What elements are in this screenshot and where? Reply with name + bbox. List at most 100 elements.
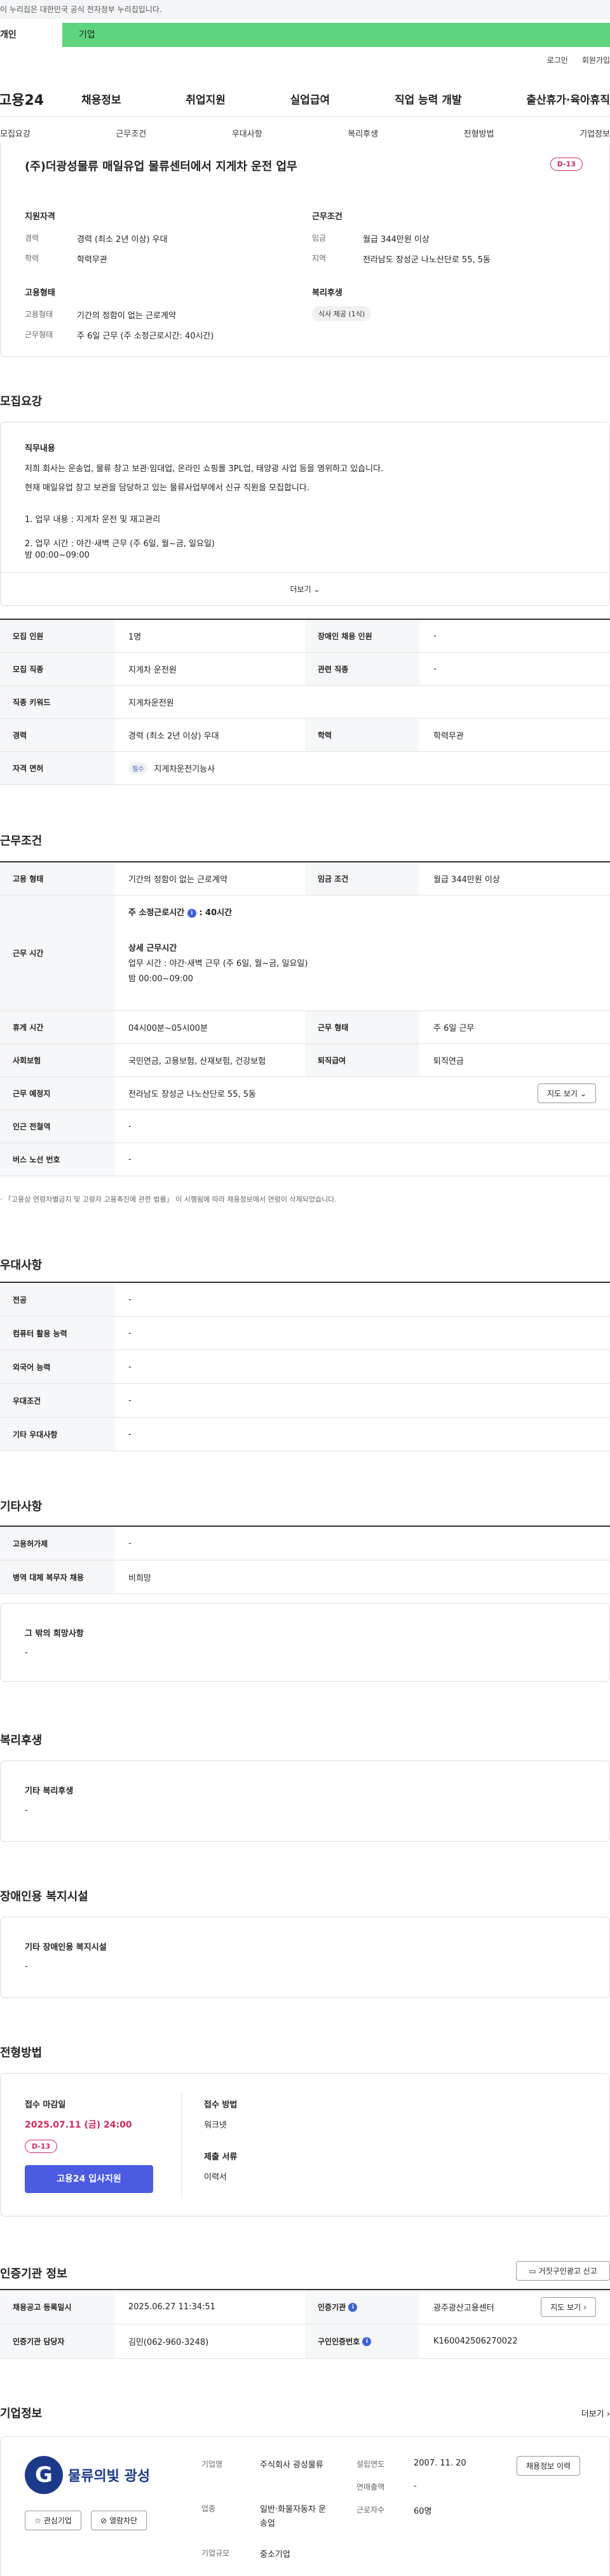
table-header: 모집 인원 xyxy=(0,620,114,652)
work-table: 고용 형태 기간의 정함이 없는 근로계약 임금 조건 월급 344만원 이상 근무 … xyxy=(0,861,610,1176)
company-employees: 60명 xyxy=(414,2507,432,2516)
table-cell: - xyxy=(128,1328,132,1338)
cond-heading: 근무조건 xyxy=(312,212,342,222)
table-cell: 학력무관 xyxy=(433,732,464,741)
company-founded: 2007. 11. 20 xyxy=(414,2459,466,2468)
tab-company[interactable]: 기업 xyxy=(62,23,610,47)
more-label: 더보기 xyxy=(290,585,311,594)
age-notice: · 「고용상 연령차별금지 및 고령자 고용촉진에 관한 법률」 이 시행됨에 … xyxy=(0,1195,337,1204)
star-icon: ☆ xyxy=(34,2516,41,2525)
nav-employment-support[interactable]: 취업지원 xyxy=(186,91,226,107)
emp-label-form: 근무형태 xyxy=(25,330,53,339)
workplace-address: 전라남도 장성군 나노산단로 55, 5동 xyxy=(128,1090,256,1099)
block-icon: ⊘ xyxy=(100,2516,107,2525)
table-header: 전공 xyxy=(0,1283,114,1316)
table-header: 자격 면허 xyxy=(0,752,114,784)
company-field-label: 연매출액 xyxy=(356,2483,385,2492)
table-cell: - xyxy=(128,1538,132,1548)
duty-line: 1. 업무 내용 : 지게차 운전 및 재고관리 xyxy=(25,515,161,525)
table-cell: 비희망 xyxy=(128,1573,151,1583)
cert-label: 구인인증번호 xyxy=(318,2337,360,2346)
etc-heading: 기타사항 xyxy=(0,1500,43,1513)
company-field-label: 설립연도 xyxy=(356,2460,385,2469)
map-button[interactable]: 지도 보기 ⌄ xyxy=(537,1083,596,1103)
block-button[interactable]: ⊘ 열람차단 xyxy=(91,2511,147,2530)
table-header: 병역 대체 복무자 채용 xyxy=(0,1560,114,1593)
apply-button[interactable]: 고용24 입사지원 xyxy=(25,2165,153,2193)
company-revenue: - xyxy=(414,2481,417,2491)
info-icon[interactable]: i xyxy=(348,2302,358,2312)
company-field-label: 업종 xyxy=(201,2504,216,2513)
detail-hours-line: 밤 00:00~09:00 xyxy=(128,974,193,984)
table-header: 우대조건 xyxy=(0,1384,114,1417)
info-icon[interactable]: i xyxy=(187,908,196,918)
duty-more-button[interactable]: 더보기 ⌄ xyxy=(1,572,609,605)
table-header: 컴퓨터 활용 능력 xyxy=(0,1317,114,1350)
table-header: 근무 형태 xyxy=(305,1011,419,1043)
agency-label: 인증기관 xyxy=(318,2303,346,2312)
disab-heading: 장애인용 복지시설 xyxy=(0,1890,88,1903)
company-card: G 물류의빛 광성 ☆ 관심기업 ⊘ 열람차단 기업명 주식회사 광성물류 업종 일… xyxy=(0,2436,610,2576)
table-cell: 1명 xyxy=(128,633,142,642)
map-label: 지도 보기 xyxy=(550,2303,581,2312)
signup-link[interactable]: 회원가입 xyxy=(582,55,610,65)
docs-heading: 제출 서류 xyxy=(204,2152,238,2162)
table-header: 채용공고 등록일시 xyxy=(0,2290,114,2324)
report-label: 거짓구인광고 신고 xyxy=(538,2267,597,2276)
table-header: 기타 우대사항 xyxy=(0,1418,114,1451)
report-button[interactable]: ▭ 거짓구인광고 신고 xyxy=(516,2261,610,2281)
table-cell: 지게차운전원 xyxy=(128,699,174,708)
nav-job-info[interactable]: 채용정보 xyxy=(81,91,121,107)
disab-box-value: - xyxy=(25,1962,28,1971)
docs-value: 이력서 xyxy=(204,2173,227,2182)
method-value: 워크넷 xyxy=(204,2121,227,2130)
gov-banner: 이 누리집은 대한민국 공식 전자정부 누리집입니다. xyxy=(0,0,610,19)
table-header: 인증기관 i xyxy=(305,2290,419,2324)
table-cell: - xyxy=(433,664,437,674)
table-header: 외국어 능력 xyxy=(0,1350,114,1383)
recruit-heading: 모집요강 xyxy=(0,395,43,408)
duty-card: 직무내용 저희 회사는 운송업, 물류 창고 보관·임대업, 온라인 쇼핑몰 3… xyxy=(0,422,610,606)
company-field-label: 근로자수 xyxy=(356,2506,385,2514)
job-history-button[interactable]: 채용정보 이력 xyxy=(517,2456,581,2476)
site-logo[interactable]: 고용24 xyxy=(0,89,81,109)
block-label: 열람차단 xyxy=(109,2516,138,2525)
tab-personal[interactable]: 개인 xyxy=(0,23,62,47)
deadline-heading: 접수 마감일 xyxy=(25,2100,66,2110)
company-logo-text: 물류의빛 광성 xyxy=(68,2469,151,2485)
nav-vocational-training[interactable]: 직업 능력 개발 xyxy=(395,91,462,107)
table-cell: - xyxy=(128,1155,132,1164)
company-more-link[interactable]: 더보기 › xyxy=(581,2407,610,2419)
fav-company-button[interactable]: ☆ 관심기업 xyxy=(25,2511,81,2530)
disab-box: 기타 장애인용 복지시설 - xyxy=(0,1917,610,1998)
table-cell: K160042506270022 xyxy=(433,2337,518,2346)
emp-heading: 고용형태 xyxy=(25,288,55,298)
welfare-box-value: - xyxy=(25,1806,28,1815)
login-link[interactable]: 로그인 xyxy=(547,55,568,65)
table-cell: 김민(062-960-3248) xyxy=(128,2338,209,2347)
table-header: 버스 노선 번호 xyxy=(0,1143,114,1176)
nav-unemployment-benefit[interactable]: 실업급여 xyxy=(290,91,330,107)
qual-value-edu: 학력무관 xyxy=(77,255,107,265)
table-cell: - xyxy=(128,1395,132,1405)
table-header: 고용 형태 xyxy=(0,862,114,895)
etc-box: 그 밖의 희망사항 - xyxy=(0,1603,610,1682)
duty-line: 2. 업무 시간 : 야간·새벽 근무 (주 6일, 월~금, 일요일) xyxy=(25,539,215,549)
table-cell: 퇴직연금 xyxy=(433,1057,464,1066)
duty-line: 밤 00:00~09:00 xyxy=(25,551,90,560)
company-field-label: 기업규모 xyxy=(201,2549,230,2558)
divider xyxy=(181,2093,182,2198)
company-size: 중소기업 xyxy=(260,2550,290,2559)
table-cell: 04시00분~05시00분 xyxy=(128,1024,208,1033)
agency-map-button[interactable]: 지도 보기 › xyxy=(541,2297,596,2317)
emp-label-type: 고용형태 xyxy=(25,310,53,319)
company-heading: 기업정보 xyxy=(0,2407,43,2420)
info-icon[interactable]: i xyxy=(362,2337,372,2346)
weekly-hours: 주 소정근로시간 i : 40시간 xyxy=(128,906,232,918)
chevron-right-icon: › xyxy=(583,2302,586,2312)
nav-parental-leave[interactable]: 출산휴가·육아휴직 xyxy=(526,91,610,107)
table-cell: 지게차 운전원 xyxy=(128,666,177,675)
table-cell: 주 6일 근무 xyxy=(433,1024,475,1033)
weekly-hours-value: : 40시간 xyxy=(199,908,233,918)
chevron-down-icon: ⌄ xyxy=(313,585,320,594)
